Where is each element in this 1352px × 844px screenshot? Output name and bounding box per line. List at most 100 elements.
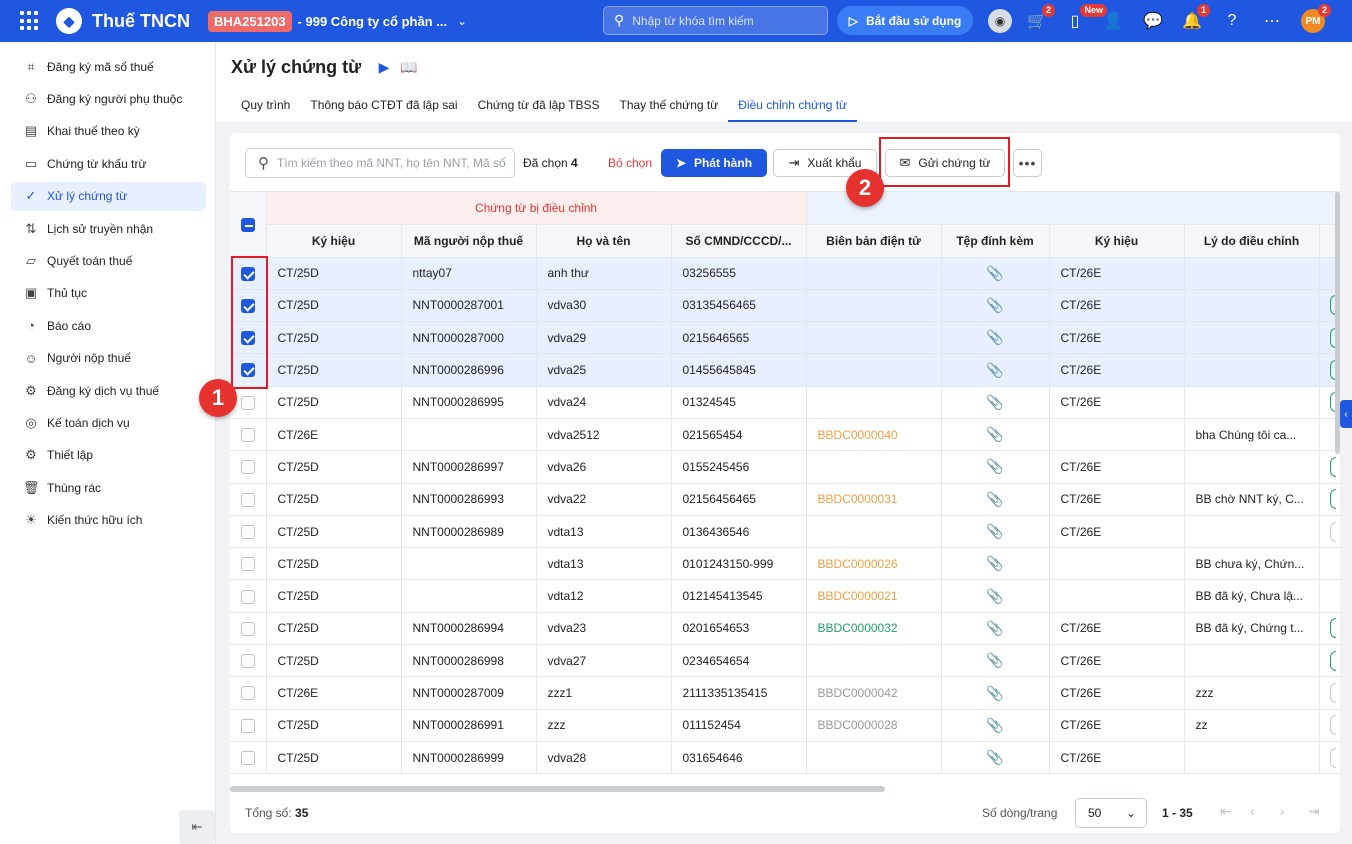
unselect-link[interactable]: Bỏ chọn — [608, 156, 652, 170]
table-row[interactable]: CT/25D vdta13 0101243150-999 BBDC0000026 📎 BB… — [230, 547, 1340, 581]
row-checkbox[interactable] — [240, 395, 255, 410]
column-header[interactable]: Lý do điều chỉnh — [1184, 224, 1320, 258]
horizontal-scrollbar[interactable] — [230, 786, 885, 792]
row-checkbox[interactable] — [240, 557, 255, 572]
sidebar-item-14[interactable]: ☀ Kiến thức hữu ích — [11, 506, 206, 535]
table-row[interactable]: CT/25D NNT0000286993 vdva22 02156456465 BBDC… — [230, 483, 1340, 516]
book-icon[interactable]: 📖 — [400, 58, 418, 76]
column-header[interactable]: Mã người nộp thuế — [401, 224, 537, 258]
paperclip-icon[interactable]: 📎 — [986, 394, 1003, 410]
row-checkbox[interactable] — [240, 524, 255, 539]
company-name[interactable]: - 999 Công ty cổ phần ... — [298, 14, 448, 29]
table-row[interactable]: CT/25D NNT0000286989 vdta13 0136436546 📎 CT/2… — [230, 515, 1340, 549]
cell-bb-text[interactable]: BBDC0000032 — [818, 621, 898, 635]
start-using-button[interactable]: ▷ Bắt đầu sử dụng — [837, 6, 973, 35]
sidebar-item-4[interactable]: ✓ Xử lý chứng từ — [11, 181, 206, 211]
table-row[interactable]: CT/26E NNT0000287009 zzz1 2111335135415 BBDC… — [230, 676, 1340, 710]
column-header[interactable]: Họ và tên — [536, 224, 672, 258]
last-page-icon[interactable]: ⇥ — [1308, 803, 1320, 820]
paperclip-icon[interactable]: 📎 — [986, 652, 1003, 668]
sidebar-item-7[interactable]: ▣ Thủ tục — [11, 279, 206, 308]
cell-bb-text[interactable]: BBDC0000021 — [818, 589, 898, 603]
select-all-checkbox[interactable] — [240, 217, 255, 232]
table-row[interactable]: CT/25D NNT0000287001 vdva30 03135456465 📎 CT/… — [230, 289, 1340, 323]
paperclip-icon[interactable]: 📎 — [986, 426, 1003, 442]
expand-panel-icon[interactable]: ‹ — [1340, 400, 1352, 428]
table-row[interactable]: CT/25D NNT0000286994 vdva23 0201654653 BBDC0… — [230, 612, 1340, 646]
row-checkbox[interactable] — [240, 654, 255, 669]
column-header[interactable]: Số CMND/CCCD/... — [671, 224, 807, 258]
paperclip-icon[interactable]: 📎 — [986, 620, 1003, 636]
chat-icon[interactable]: 💬 — [1141, 9, 1165, 33]
publish-button[interactable]: ➤ Phát hành — [661, 149, 767, 177]
chevron-down-icon[interactable]: ⌄ — [457, 14, 467, 28]
paperclip-icon[interactable]: 📎 — [986, 717, 1003, 733]
tab-1[interactable]: Thông báo CTĐT đã lập sai — [300, 94, 467, 122]
tab-3[interactable]: Thay thế chứng từ — [609, 94, 728, 122]
tab-4[interactable]: Điều chỉnh chứng từ — [728, 94, 858, 122]
table-row[interactable]: CT/26E vdva2512 021565454 BBDC0000040 📎 bha C… — [230, 418, 1340, 452]
table-search-input[interactable]: ⚲ Tìm kiếm theo mã NNT, họ tên NNT, Mã s… — [245, 148, 515, 178]
table-row[interactable]: CT/25D NNT0000286997 vdva26 0155245456 📎 CT/2… — [230, 450, 1340, 484]
global-search-input[interactable]: ⚲ Nhập từ khóa tìm kiếm — [603, 6, 828, 35]
sidebar-item-1[interactable]: ⚇ Đăng ký người phụ thuộc — [11, 84, 206, 113]
table-row[interactable]: CT/25D NNT0000287000 vdva29 0215646565 📎 CT/2… — [230, 321, 1340, 355]
table-row[interactable]: CT/25D NNT0000286995 vdva24 01324545 📎 CT/26E — [230, 386, 1340, 419]
table-row[interactable]: CT/25D NNT0000286996 vdva25 01455645845 📎 CT/… — [230, 353, 1340, 387]
sidebar-item-9[interactable]: ☺ Người nộp thuế — [11, 344, 206, 373]
table-row[interactable]: CT/25D NNT0000286999 vdva28 031654646 📎 CT/26… — [230, 741, 1340, 775]
sidebar-item-11[interactable]: ◎ Kế toán dịch vụ — [11, 408, 206, 437]
sidebar-item-13[interactable]: 🗑 Thùng rác — [11, 473, 206, 502]
video-icon[interactable]: ▶ — [375, 58, 393, 76]
paperclip-icon[interactable]: 📎 — [986, 523, 1003, 539]
column-header[interactable]: Tệp đính kèm — [941, 224, 1050, 258]
sidebar-item-5[interactable]: ⇅ Lịch sử truyền nhận — [11, 214, 206, 243]
more-actions-button[interactable]: ••• — [1013, 149, 1042, 177]
app-grid-icon[interactable] — [20, 11, 40, 31]
paperclip-icon[interactable]: 📎 — [986, 685, 1003, 701]
row-checkbox[interactable] — [240, 428, 255, 443]
paperclip-icon[interactable]: 📎 — [986, 555, 1003, 571]
sidebar-item-8[interactable]: ◔ Báo cáo — [11, 311, 206, 340]
paperclip-icon[interactable]: 📎 — [986, 265, 1003, 281]
paperclip-icon[interactable]: 📎 — [986, 329, 1003, 345]
sidebar-item-12[interactable]: ⚙ Thiết lập — [11, 441, 206, 470]
add-user-icon[interactable]: 👤 — [1101, 9, 1125, 33]
column-header[interactable]: Ký hiệu — [1049, 224, 1185, 258]
paperclip-icon[interactable]: 📎 — [986, 588, 1003, 604]
column-header[interactable]: Biên bản điện tử — [806, 224, 942, 258]
column-header[interactable]: Ký hiệu — [266, 224, 402, 258]
paperclip-icon[interactable]: 📎 — [986, 491, 1003, 507]
sidebar-item-0[interactable]: ⌗ Đăng ký mã số thuế — [11, 52, 206, 81]
more-apps-icon[interactable]: ⋯ — [1260, 9, 1284, 33]
robot-assistant-icon[interactable]: ◉ — [988, 9, 1012, 33]
tab-2[interactable]: Chứng từ đã lập TBSS — [468, 94, 610, 122]
first-page-icon[interactable]: ⇤ — [1220, 803, 1232, 820]
paperclip-icon[interactable]: 📎 — [986, 749, 1003, 765]
row-checkbox[interactable] — [240, 751, 255, 766]
paperclip-icon[interactable]: 📎 — [986, 297, 1003, 313]
cell-bb-text[interactable]: BBDC0000026 — [818, 557, 898, 571]
row-checkbox[interactable] — [240, 686, 255, 701]
row-checkbox[interactable] — [240, 460, 255, 475]
table-row[interactable]: CT/25D NNT0000286991 zzz 011152454 BBDC00000… — [230, 709, 1340, 742]
sidebar-item-2[interactable]: ▤ Khai thuế theo kỳ — [11, 117, 206, 146]
next-page-icon[interactable]: › — [1280, 803, 1285, 819]
tab-0[interactable]: Quy trình — [231, 94, 300, 122]
help-icon[interactable]: ? — [1220, 9, 1244, 33]
row-checkbox[interactable] — [240, 621, 255, 636]
cell-bb-text[interactable]: BBDC0000031 — [818, 492, 898, 506]
row-checkbox[interactable] — [240, 492, 255, 507]
cell-bb-text[interactable]: BBDC0000040 — [818, 428, 898, 442]
paperclip-icon[interactable]: 📎 — [986, 458, 1003, 474]
row-checkbox[interactable] — [240, 718, 255, 733]
paperclip-icon[interactable]: 📎 — [986, 362, 1003, 378]
sidebar-item-10[interactable]: ⚙ Đăng ký dịch vụ thuế — [11, 376, 206, 405]
sidebar-item-3[interactable]: ▭ Chứng từ khấu trừ — [11, 149, 206, 178]
table-row[interactable]: CT/25D NNT0000286998 vdva27 0234654654 📎 CT/2… — [230, 644, 1340, 678]
rows-per-page-select[interactable]: 50 ⌄ — [1075, 798, 1147, 828]
bell-icon[interactable]: 🔔 1 — [1180, 4, 1210, 33]
mobile-app-icon[interactable]: ▯ New — [1063, 4, 1107, 33]
table-row[interactable]: CT/25D nttay07 anh thư 03256555 📎 CT/26E — [230, 257, 1340, 290]
row-checkbox[interactable] — [240, 589, 255, 604]
